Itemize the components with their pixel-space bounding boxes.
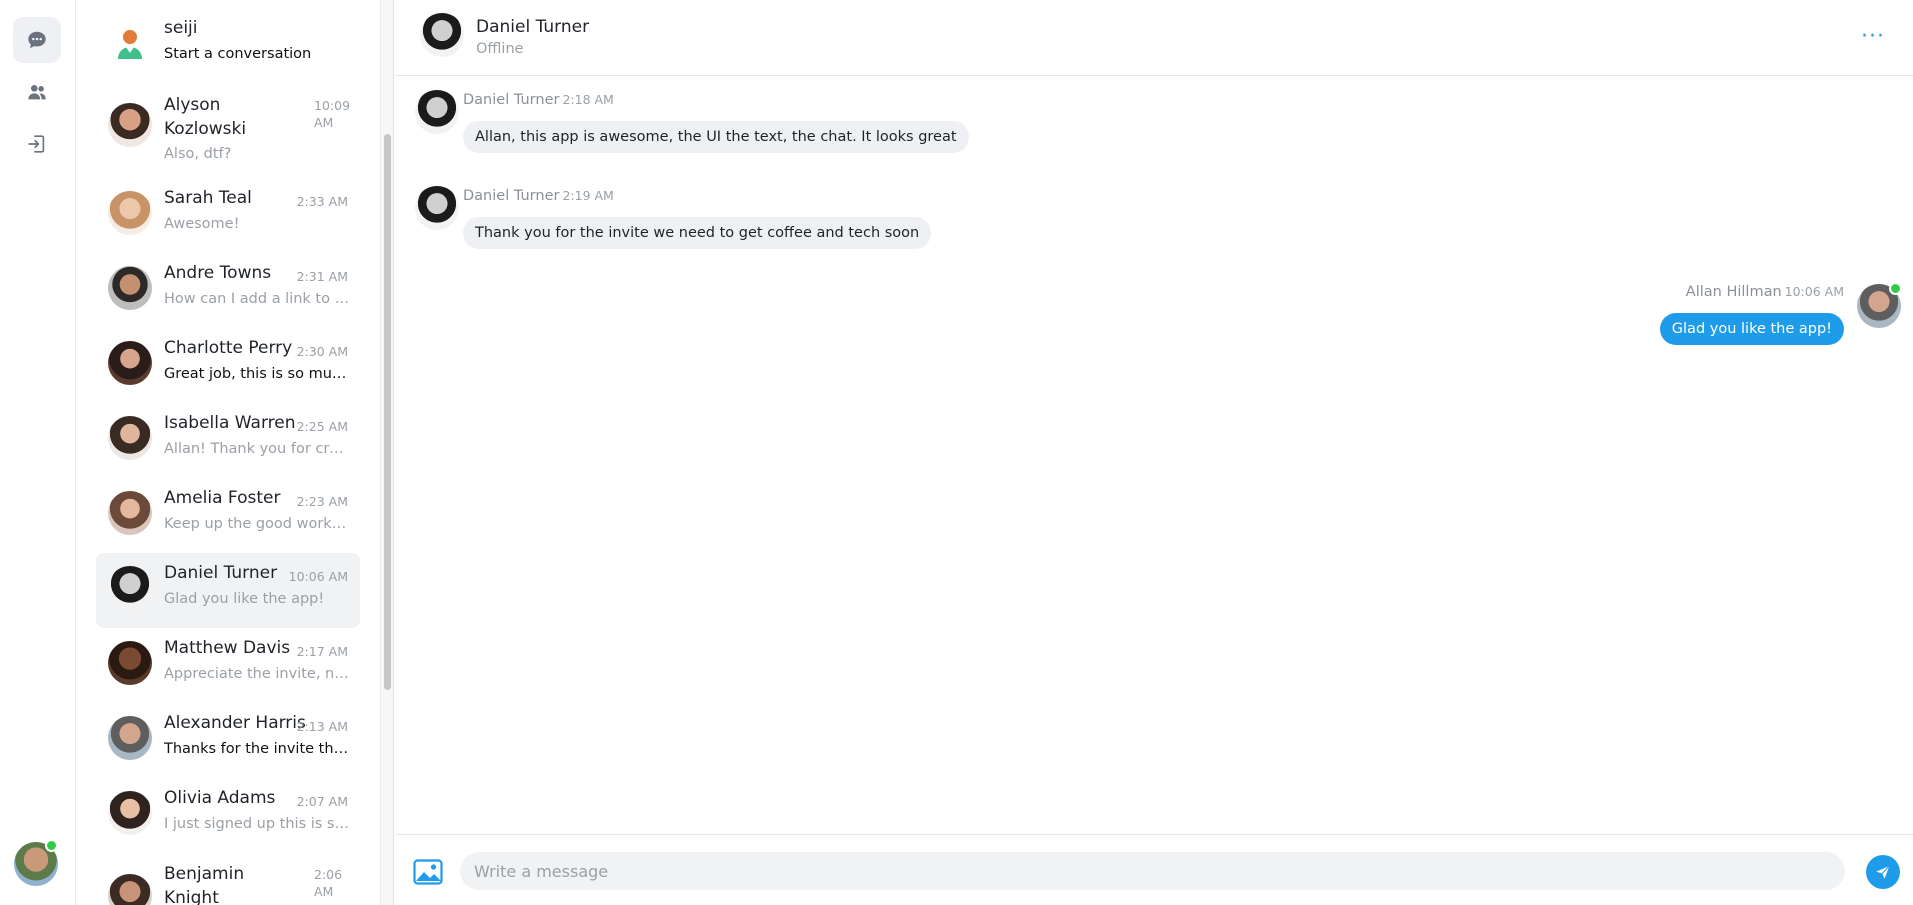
conversation-item[interactable]: Amelia Foster 2:23 AM Keep up the good w… <box>96 478 360 553</box>
conversation-preview: Also, dtf? <box>164 146 232 162</box>
online-status-dot <box>45 839 58 852</box>
conversation-list-scrollbar[interactable] <box>380 0 394 905</box>
conversation-time: 2:13 AM <box>296 719 348 734</box>
conversation-name: seiji <box>164 18 198 38</box>
message-time: 2:18 AM <box>562 92 614 107</box>
contacts-nav-button[interactable] <box>13 69 61 115</box>
conversation-time: 2:25 AM <box>296 419 348 434</box>
avatar <box>108 103 152 147</box>
conversation-item[interactable]: Charlotte Perry 2:30 AM Great job, this … <box>96 328 360 403</box>
message-meta: Daniel Turner 2:18 AM <box>463 92 614 108</box>
conversation-item[interactable]: Andre Towns 2:31 AM How can I add a link… <box>96 253 360 328</box>
conversation-preview: Great job, this is so much fun! <box>164 366 350 382</box>
avatar <box>108 416 152 460</box>
conversation-item[interactable]: Olivia Adams 2:07 AM I just signed up th… <box>96 778 360 853</box>
conversation-preview: Start a conversation <box>164 46 312 62</box>
send-button[interactable] <box>1866 855 1900 889</box>
chat-bubble-icon <box>28 31 46 49</box>
conversation-item[interactable]: Sarah Teal 2:33 AM Awesome! <box>96 178 360 253</box>
sender-name: Allan Hillman <box>1685 284 1782 300</box>
conversation-name: Isabella Warren <box>164 413 296 433</box>
conversation-name: Olivia Adams <box>164 788 276 808</box>
conversation-item[interactable]: Benjamin Knight 2:06 AM <box>96 853 360 905</box>
conversation-item[interactable]: Alexander Harris 2:13 AM Thanks for the … <box>96 703 360 778</box>
chats-nav-button[interactable] <box>13 17 61 63</box>
conversation-preview: Glad you like the app! <box>164 591 325 607</box>
conversation-preview: How can I add a link to my projects? <box>164 291 350 307</box>
conversation-name: Charlotte Perry <box>164 338 293 358</box>
avatar <box>108 266 152 310</box>
conversation-item-active[interactable]: Daniel Turner 10:06 AM Glad you like the… <box>96 553 360 628</box>
conversation-time: 2:31 AM <box>296 269 348 284</box>
conversation-name: Alexander Harris <box>164 713 306 733</box>
conversation-list: seiji Start a conversation Alyson Kozlow… <box>77 0 379 905</box>
image-icon <box>413 859 443 885</box>
conversation-name: Daniel Turner <box>164 563 278 583</box>
avatar <box>108 191 152 235</box>
conversation-time: 10:06 AM <box>288 569 348 584</box>
conversation-time: 2:33 AM <box>296 194 348 209</box>
more-options-icon[interactable]: ··· <box>1861 24 1885 49</box>
sender-name: Daniel Turner <box>463 188 560 204</box>
conversation-name: Andre Towns <box>164 263 272 283</box>
scrollbar-thumb[interactable] <box>384 134 391 690</box>
conversation-name: Amelia Foster <box>164 488 281 508</box>
conversation-preview: I just signed up this is super cool <box>164 816 350 832</box>
sender-avatar <box>415 90 459 134</box>
conversation-name: Alyson Kozlowski <box>164 95 247 139</box>
conversation-time: 2:17 AM <box>296 644 348 659</box>
conversation-name: Benjamin Knight <box>164 864 245 905</box>
message-time: 10:06 AM <box>1784 284 1844 299</box>
conversation-time: 2:06 AM <box>314 867 343 899</box>
logout-nav-button[interactable] <box>13 121 61 167</box>
conversation-item[interactable]: seiji Start a conversation <box>96 8 360 83</box>
avatar <box>108 566 152 610</box>
message-meta: Allan Hillman 10:06 AM <box>1686 284 1844 300</box>
conversation-item[interactable]: Alyson Kozlowski 10:09 AM Also, dtf? <box>96 84 360 169</box>
conversation-item[interactable]: Matthew Davis 2:17 AM Appreciate the inv… <box>96 628 360 703</box>
avatar <box>108 641 152 685</box>
message-outgoing: Allan Hillman 10:06 AM Glad you like the … <box>1513 282 1913 352</box>
contact-avatar[interactable] <box>420 13 464 57</box>
conversation-preview: Thanks for the invite this is great <box>164 741 350 757</box>
send-icon <box>1876 865 1890 879</box>
conversation-name: Matthew Davis <box>164 638 291 658</box>
logout-icon <box>28 135 45 153</box>
online-status-dot <box>1889 282 1902 295</box>
message-meta: Daniel Turner 2:19 AM <box>463 188 614 204</box>
avatar <box>108 716 152 760</box>
message-bubble: Thank you for the invite we need to get … <box>463 217 932 249</box>
avatar <box>108 874 152 905</box>
chat-header: Daniel Turner Offline ··· <box>395 0 1913 76</box>
message-input[interactable] <box>460 852 1845 890</box>
message-bubble: Allan, this app is awesome, the UI the t… <box>463 121 969 153</box>
conversation-preview: Keep up the good work! :) <box>164 516 350 532</box>
users-icon <box>28 85 46 100</box>
contact-status: Offline <box>476 41 524 57</box>
message-bubble: Glad you like the app! <box>1659 313 1844 345</box>
chat-panel: Daniel Turner Offline ··· Daniel Turner 2… <box>395 0 1913 905</box>
conversation-time: 2:23 AM <box>296 494 348 509</box>
sender-name: Daniel Turner <box>463 92 560 108</box>
attach-image-button[interactable] <box>413 859 443 885</box>
conversation-time: 10:09 AM <box>314 98 351 130</box>
conversation-time: 2:07 AM <box>296 794 348 809</box>
conversation-preview: Awesome! <box>164 216 240 232</box>
contact-name: Daniel Turner <box>476 17 590 37</box>
avatar <box>108 341 152 385</box>
nav-rail <box>0 0 76 905</box>
message-composer <box>395 834 1913 905</box>
conversation-item[interactable]: Isabella Warren 2:25 AM Allan! Thank you… <box>96 403 360 478</box>
conversation-preview: Allan! Thank you for creating this app <box>164 441 350 457</box>
avatar <box>108 491 152 535</box>
conversation-name: Sarah Teal <box>164 188 252 208</box>
conversation-time: 2:30 AM <box>296 344 348 359</box>
conversation-preview: Appreciate the invite, nice work <box>164 666 350 682</box>
avatar <box>108 791 152 835</box>
avatar <box>108 21 152 65</box>
sender-avatar <box>415 186 459 230</box>
message-time: 2:19 AM <box>562 188 614 203</box>
